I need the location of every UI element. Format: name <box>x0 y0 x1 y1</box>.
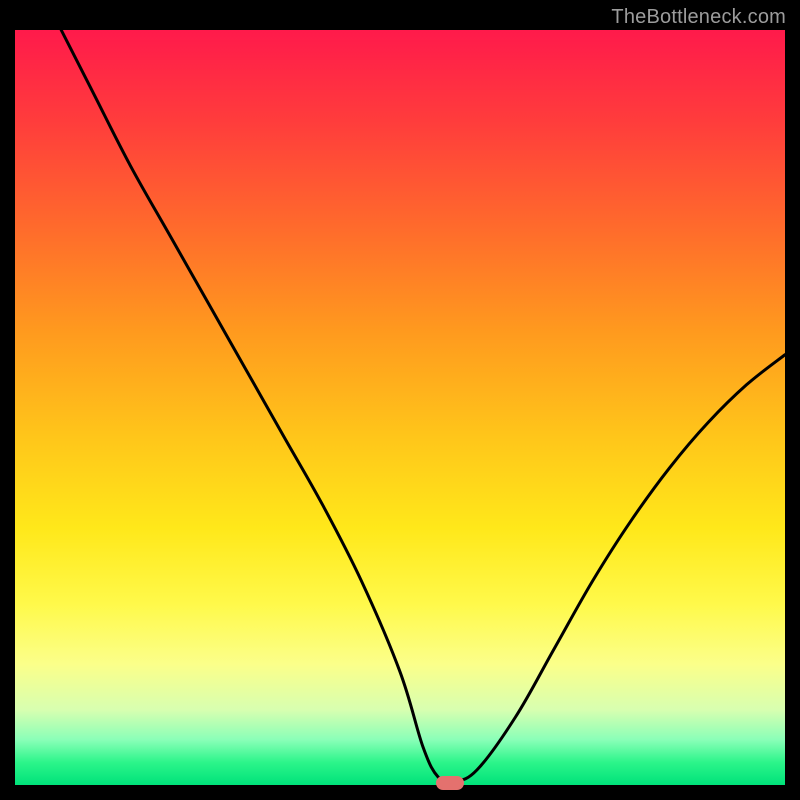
curve-path <box>61 30 785 782</box>
chart-stage: TheBottleneck.com <box>0 0 800 800</box>
optimal-marker <box>436 776 464 790</box>
bottleneck-curve <box>15 30 785 785</box>
plot-area <box>15 30 785 785</box>
watermark-text: TheBottleneck.com <box>611 6 786 29</box>
